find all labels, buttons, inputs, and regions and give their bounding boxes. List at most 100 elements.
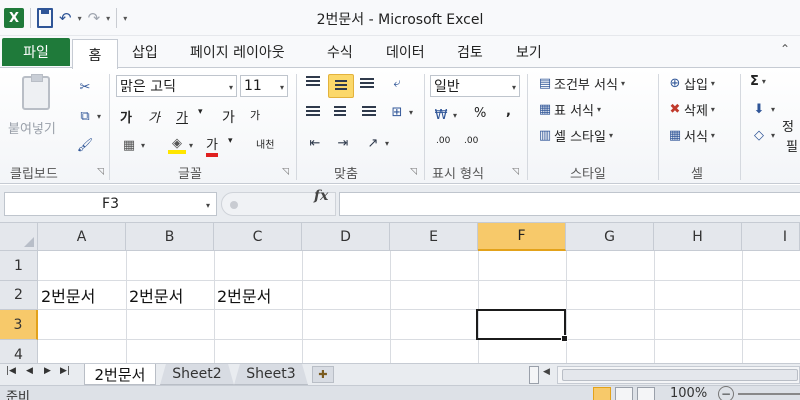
phonetic-button[interactable]: 내천: [256, 136, 274, 151]
autosum-button[interactable]: Σ ▾: [750, 74, 766, 89]
normal-view-icon[interactable]: [593, 387, 611, 400]
clipboard-launcher-icon[interactable]: ◹: [97, 167, 104, 177]
clear-button[interactable]: ◇ ▾: [750, 126, 775, 144]
decrease-indent-button[interactable]: ⇤: [306, 134, 324, 152]
sheet-tab-sheet2[interactable]: Sheet2: [160, 364, 234, 385]
column-header-b[interactable]: B: [126, 223, 214, 251]
font-launcher-icon[interactable]: ◹: [282, 167, 289, 177]
paste-icon[interactable]: [22, 74, 50, 110]
column-header-d[interactable]: D: [302, 223, 390, 251]
align-center-button[interactable]: [334, 106, 346, 118]
align-middle-button[interactable]: [328, 74, 354, 98]
formula-bar-resize-handle[interactable]: [230, 201, 238, 209]
tab-page-layout[interactable]: 페이지 레이아웃: [190, 42, 285, 62]
formula-input[interactable]: [339, 192, 800, 216]
bold-button[interactable]: 가: [120, 107, 132, 126]
column-header-e[interactable]: E: [390, 223, 478, 251]
name-box[interactable]: F3 ▾: [4, 192, 217, 216]
tab-split-handle[interactable]: [529, 366, 539, 384]
column-header-f[interactable]: F: [478, 223, 566, 251]
column-header-h[interactable]: H: [654, 223, 742, 251]
cell-styles-button[interactable]: ▥ 셀 스타일 ▾: [536, 126, 613, 145]
tab-data[interactable]: 데이터: [386, 42, 425, 62]
tab-home[interactable]: 홈: [72, 39, 118, 69]
align-left-button[interactable]: [306, 106, 320, 118]
tab-view[interactable]: 보기: [516, 42, 542, 62]
conditional-formatting-button[interactable]: ▤ 조건부 서식 ▾: [536, 74, 625, 93]
next-sheet-icon[interactable]: ▶: [44, 366, 51, 376]
scroll-left-icon[interactable]: ◀: [543, 367, 550, 377]
horizontal-scroll-thumb[interactable]: [562, 369, 798, 381]
fill-button[interactable]: ⬇ ▾: [750, 100, 775, 118]
tab-formulas[interactable]: 수식: [327, 42, 353, 62]
shrink-font-button[interactable]: 가: [250, 107, 260, 123]
font-color-button[interactable]: 가: [206, 134, 218, 157]
tab-insert[interactable]: 삽입: [132, 42, 158, 62]
accounting-format-button[interactable]: ₩ ▾: [432, 106, 457, 124]
cell-a2[interactable]: 2번문서: [39, 281, 95, 309]
row-header-4[interactable]: 4: [0, 340, 38, 363]
row-header-2[interactable]: 2: [0, 281, 38, 310]
column-header-g[interactable]: G: [566, 223, 654, 251]
orientation-button[interactable]: ↗ ▾: [364, 134, 389, 152]
sort-filter-button[interactable]: 정: [782, 116, 794, 135]
horizontal-scrollbar[interactable]: [557, 366, 800, 384]
number-launcher-icon[interactable]: ◹: [512, 167, 519, 177]
align-bottom-button[interactable]: [360, 78, 374, 90]
cell-c2[interactable]: 2번문서: [215, 281, 271, 309]
active-cell-f3[interactable]: [476, 309, 568, 342]
wrap-text-button[interactable]: ⤶: [388, 74, 406, 92]
fill-color-button[interactable]: ◈ ▾: [168, 136, 193, 154]
column-header-c[interactable]: C: [214, 223, 302, 251]
underline-button[interactable]: 가: [176, 107, 188, 126]
tab-file[interactable]: 파일: [2, 38, 70, 66]
comma-button[interactable]: ,: [506, 104, 511, 119]
increase-indent-button[interactable]: ⇥: [334, 134, 352, 152]
prev-sheet-icon[interactable]: ◀: [26, 366, 33, 376]
name-box-dropdown-icon[interactable]: ▾: [206, 201, 210, 210]
find-select-button[interactable]: 필: [786, 136, 798, 155]
sheet-tab-sheet3[interactable]: Sheet3: [234, 364, 308, 385]
italic-button[interactable]: 가: [148, 107, 160, 126]
minimize-ribbon-icon[interactable]: ⌃: [780, 42, 790, 56]
increase-decimal-button[interactable]: .00: [436, 136, 450, 146]
merge-center-button[interactable]: ⊞ ▾: [388, 103, 413, 121]
page-layout-view-icon[interactable]: [615, 387, 633, 400]
cut-button[interactable]: ✂: [76, 78, 94, 96]
insert-cells-button[interactable]: ⊕ 삽입 ▾: [666, 74, 715, 93]
zoom-out-icon[interactable]: −: [718, 386, 734, 400]
sheet-tab-2번문서[interactable]: 2번문서: [84, 364, 156, 385]
tab-review[interactable]: 검토: [457, 42, 483, 62]
copy-button[interactable]: ⧉ ▾: [76, 107, 101, 125]
align-right-button[interactable]: [362, 106, 376, 118]
underline-dropdown-icon[interactable]: ▾: [198, 107, 203, 117]
grow-font-button[interactable]: 가: [222, 107, 235, 127]
format-painter-button[interactable]: 🖌: [76, 136, 94, 154]
number-format-select[interactable]: 일반 ▾: [430, 75, 520, 97]
column-header-a[interactable]: A: [38, 223, 126, 251]
format-cells-button[interactable]: ▦ 서식 ▾: [666, 126, 715, 145]
first-sheet-icon[interactable]: |◀: [6, 366, 16, 376]
delete-cells-button[interactable]: ✖ 삭제 ▾: [666, 100, 715, 119]
row-header-3[interactable]: 3: [0, 310, 38, 340]
font-name-select[interactable]: 맑은 고딕 ▾: [116, 75, 237, 97]
select-all-button[interactable]: [0, 223, 38, 251]
border-button[interactable]: ▦ ▾: [120, 136, 145, 154]
column-header-i[interactable]: I: [742, 223, 800, 251]
last-sheet-icon[interactable]: ▶|: [60, 366, 70, 376]
row-header-1[interactable]: 1: [0, 251, 38, 281]
format-as-table-button[interactable]: ▦ 표 서식 ▾: [536, 100, 601, 119]
align-top-button[interactable]: [306, 76, 320, 88]
page-break-view-icon[interactable]: [637, 387, 655, 400]
zoom-level[interactable]: 100%: [670, 386, 707, 400]
paste-button-label[interactable]: 붙여넣기: [8, 118, 56, 137]
font-color-dropdown-icon[interactable]: ▾: [228, 136, 233, 146]
decrease-decimal-button[interactable]: .00: [464, 136, 478, 146]
zoom-slider[interactable]: [738, 393, 800, 395]
insert-sheet-icon[interactable]: ✚: [312, 366, 334, 383]
percent-button[interactable]: %: [474, 106, 486, 121]
font-size-select[interactable]: 11 ▾: [240, 75, 288, 97]
insert-function-icon[interactable]: fx: [314, 188, 328, 204]
cell-b2[interactable]: 2번문서: [127, 281, 183, 309]
alignment-launcher-icon[interactable]: ◹: [410, 167, 417, 177]
